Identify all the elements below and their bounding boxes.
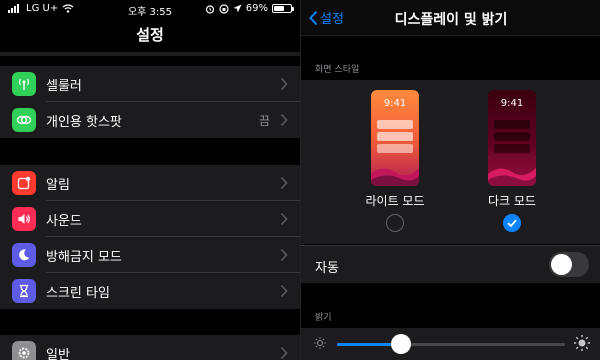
cellular-icon xyxy=(12,72,36,96)
sun-small-icon xyxy=(314,337,326,349)
settings-row-label: 알림 xyxy=(46,177,70,193)
chevron-right-icon xyxy=(280,77,288,91)
hourglass-icon xyxy=(12,279,36,303)
location-icon xyxy=(233,4,242,13)
dark-mode-preview[interactable]: 9:41 xyxy=(488,90,536,186)
battery-icon xyxy=(272,4,294,13)
chevron-right-icon xyxy=(280,248,288,262)
page-title: 디스플레이 및 밝기 xyxy=(394,12,508,28)
chevron-right-icon xyxy=(280,212,288,226)
display-brightness-pane: 설정 디스플레이 및 밝기 화면 스타일 9:41 9:41 라이트 모드 다크… xyxy=(300,0,600,360)
nav-bar: 설정 디스플레이 및 밝기 xyxy=(301,0,600,36)
notifications-icon xyxy=(12,171,36,195)
settings-row-notifications[interactable]: 알림 xyxy=(0,165,300,201)
lock-rotation-icon xyxy=(219,3,229,14)
settings-row-screen-time[interactable]: 스크린 타임 xyxy=(0,273,300,309)
light-mode-radio[interactable] xyxy=(386,214,404,232)
settings-group-network: 셀룰러 개인용 핫스팟 끔 xyxy=(0,66,300,138)
auto-appearance-row: 자동 xyxy=(301,245,600,283)
checkmark-icon xyxy=(507,219,517,228)
settings-row-general[interactable]: 일반 xyxy=(0,335,300,360)
settings-row-label: 스크린 타임 xyxy=(46,285,110,301)
settings-row-label: 방해금지 모드 xyxy=(46,249,122,265)
light-mode-label: 라이트 모드 xyxy=(365,194,425,208)
settings-row-label: 개인용 핫스팟 xyxy=(46,114,122,130)
moon-icon xyxy=(12,243,36,267)
status-bar: LG U+ 오후 3:55 69% xyxy=(0,0,300,20)
auto-label: 자동 xyxy=(315,261,339,276)
settings-row-cellular[interactable]: 셀룰러 xyxy=(0,66,300,102)
chevron-right-icon xyxy=(280,284,288,298)
chevron-right-icon xyxy=(280,176,288,190)
alarm-icon xyxy=(205,4,214,14)
partial-row xyxy=(0,52,300,56)
settings-row-hotspot[interactable]: 개인용 핫스팟 끔 xyxy=(0,102,300,138)
brightness-slider[interactable] xyxy=(337,334,565,354)
page-title: 설정 xyxy=(136,26,164,44)
dark-mode-label: 다크 모드 xyxy=(488,194,536,208)
auto-toggle[interactable] xyxy=(549,252,589,277)
settings-row-do-not-disturb[interactable]: 방해금지 모드 xyxy=(0,237,300,273)
hotspot-icon xyxy=(12,108,36,132)
appearance-header: 화면 스타일 xyxy=(315,65,360,75)
settings-row-label: 사운드 xyxy=(46,213,82,229)
sound-icon xyxy=(12,207,36,231)
settings-group-notifications: 알림 사운드 방해금지 모드 스크린 타임 xyxy=(0,165,300,309)
gear-icon xyxy=(12,341,36,360)
brightness-row xyxy=(301,328,600,360)
appearance-selector: 9:41 9:41 라이트 모드 다크 모드 xyxy=(301,80,600,244)
settings-group-general: 일반 xyxy=(0,335,300,360)
settings-row-sound[interactable]: 사운드 xyxy=(0,201,300,237)
light-mode-preview[interactable]: 9:41 xyxy=(371,90,419,186)
chevron-right-icon xyxy=(280,346,288,360)
sun-large-icon xyxy=(574,335,590,351)
battery-percent: 69% xyxy=(245,3,268,14)
preview-time: 9:41 xyxy=(500,98,524,109)
settings-row-label: 일반 xyxy=(46,347,70,360)
dark-mode-radio[interactable] xyxy=(503,214,521,232)
preview-time: 9:41 xyxy=(383,98,407,109)
hotspot-status: 끔 xyxy=(258,113,270,128)
brightness-slider-thumb[interactable] xyxy=(390,334,411,354)
chevron-right-icon xyxy=(280,113,288,127)
settings-row-label: 셀룰러 xyxy=(46,78,82,94)
settings-pane: LG U+ 오후 3:55 69% 설정 셀룰러 개인용 핫스팟 끔 알림 사운… xyxy=(0,0,300,360)
brightness-header: 밝기 xyxy=(315,313,332,323)
